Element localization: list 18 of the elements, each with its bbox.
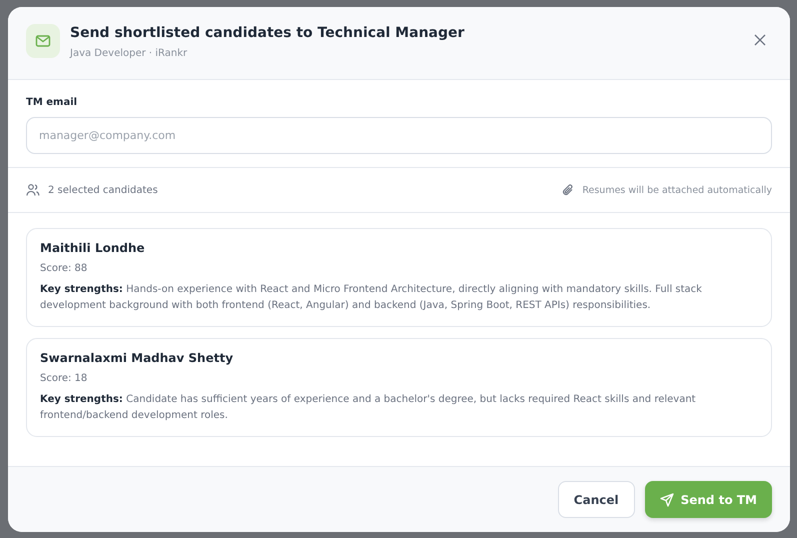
candidate-score: Score: 18 [40, 373, 88, 384]
send-icon [660, 492, 674, 506]
field-label: TM email [26, 97, 78, 108]
attachment-note: Resumes will be attached automatically [582, 184, 772, 196]
key-strengths: Key strengths: Hands-on experience with React and Micro Frontend Architecture, directly aligning with mandatory skills. Full stack development background with both frontend (React, Angular) and backend (Java, Spring Boot, REST APIs) responsibilities. [40, 283, 703, 313]
dialog-title: Send shortlisted candidates to Technical Manager [70, 25, 466, 41]
candidate-name: Swarnalaxmi Madhav Shetty [40, 351, 234, 365]
email-field[interactable]: manager@company.com [26, 117, 772, 154]
key-strengths: Key strengths: Candidate has sufficient years of experience and a bachelor's degree, but lacks required React skills and relevant frontend/backend development roles. [40, 393, 697, 423]
cancel-button[interactable]: Cancel [558, 481, 635, 518]
candidate-score: Score: 88 [40, 263, 88, 274]
close-icon[interactable] [754, 34, 766, 46]
dialog-subtitle: Java Developer · iRankr [70, 48, 188, 59]
users-icon [26, 183, 40, 197]
paperclip-icon [562, 184, 574, 196]
mail-icon [26, 24, 60, 58]
candidate-name: Maithili Londhe [40, 241, 146, 255]
selected-count: 2 selected candidates [48, 184, 158, 196]
